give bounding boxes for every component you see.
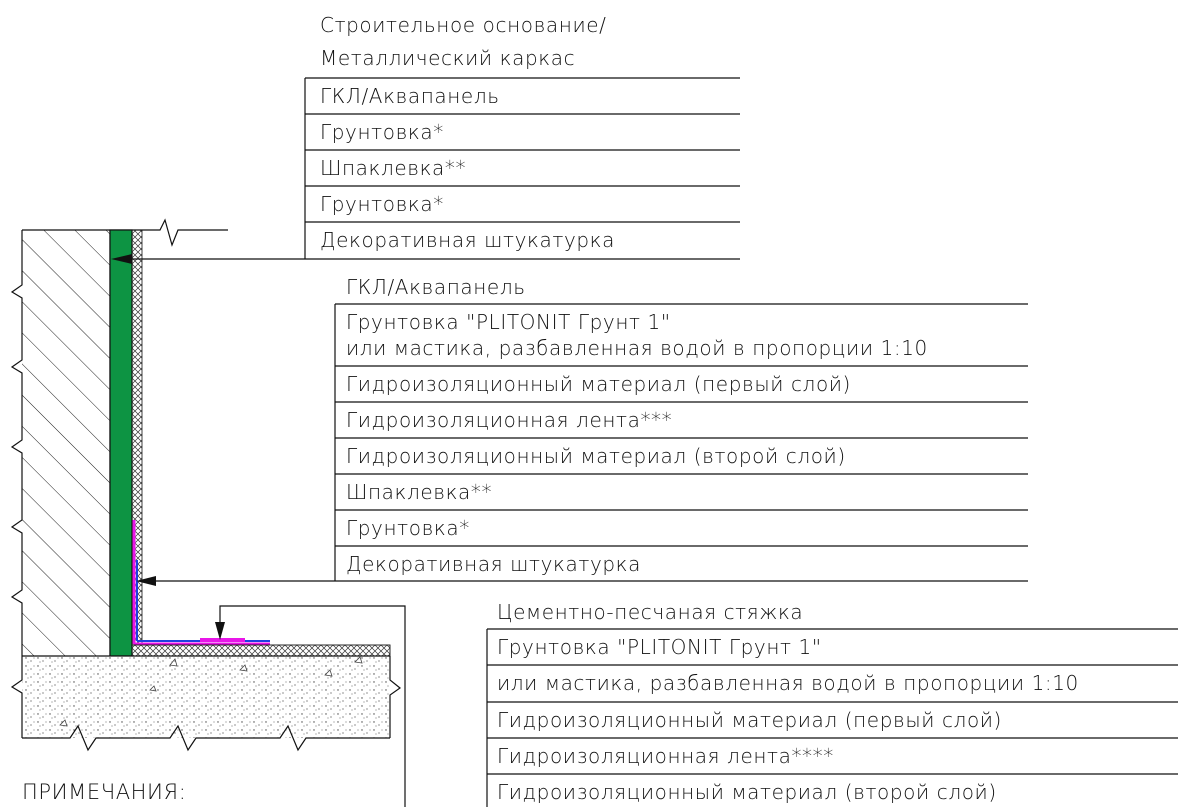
block1-layer: Грунтовка*	[320, 120, 444, 144]
leader-arrow-2	[136, 576, 335, 586]
block1-title-line2: Металлический каркас	[320, 46, 575, 70]
floor-screed	[131, 644, 391, 657]
block3-layer: Гидроизоляционный материал (первый слой)	[497, 708, 1002, 732]
block3-title: Цементно-песчаная стяжка	[497, 600, 803, 624]
block2-layer: Гидроизоляционный материал (первый слой)	[346, 372, 851, 396]
block1-layer: Декоративная штукатурка	[320, 228, 615, 252]
block2-layer: или мастика, разбавленная водой в пропор…	[346, 336, 928, 360]
callout-block-1: Строительное основание/ Металлический ка…	[304, 13, 740, 260]
construction-detail-drawing: Строительное основание/ Металлический ка…	[10, 13, 1178, 807]
masonry-wall	[10, 229, 111, 656]
gkl-board	[109, 229, 133, 657]
block1-layer: Шпаклевка**	[320, 156, 466, 180]
block2-title: ГКЛ/Аквапанель	[346, 275, 526, 299]
block1-layer: Грунтовка*	[320, 192, 444, 216]
block2-layer: Грунтовка "PLITONIT Грунт 1"	[346, 310, 671, 334]
block3-layer: или мастика, разбавленная водой в пропор…	[497, 671, 1079, 695]
block1-layer: ГКЛ/Аквапанель	[320, 84, 500, 108]
concrete-slab	[10, 655, 402, 752]
block2-layer: Декоративная штукатурка	[346, 552, 641, 576]
callout-block-3: Цементно-песчаная стяжка Грунтовка "PLIT…	[486, 600, 1178, 807]
notes-heading: ПРИМЕЧАНИЯ:	[22, 780, 186, 804]
block2-layer: Гидроизоляционный материал (второй слой)	[346, 444, 846, 468]
block2-layer: Грунтовка*	[346, 516, 470, 540]
block2-layer: Гидроизоляционная лента***	[346, 408, 672, 432]
block3-layer: Гидроизоляционный материал (второй слой)	[497, 780, 997, 804]
block3-layer: Гидроизоляционная лента****	[497, 744, 834, 768]
block2-layer: Шпаклевка**	[346, 480, 492, 504]
block1-title-line1: Строительное основание/	[320, 13, 607, 37]
callout-block-2: ГКЛ/Аквапанель Грунтовка "PLITONIT Грунт…	[334, 275, 1028, 582]
block3-layer: Грунтовка "PLITONIT Грунт 1"	[497, 635, 822, 659]
